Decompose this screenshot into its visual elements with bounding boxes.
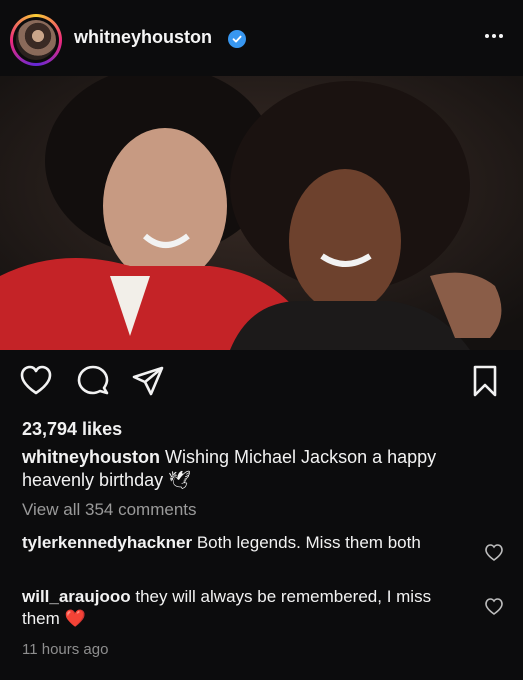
post-photo[interactable]: [0, 76, 523, 350]
more-options-icon[interactable]: [480, 22, 508, 50]
post-timestamp: 11 hours ago: [22, 641, 109, 658]
comment-like-heart-icon[interactable]: [484, 543, 504, 563]
post-header: whitneyhouston: [0, 0, 523, 76]
comment-username[interactable]: will_araujooo: [22, 587, 131, 606]
comment-item: tylerkennedyhackner Both legends. Miss t…: [22, 532, 462, 554]
post-actions: [0, 364, 523, 400]
paper-plane-icon[interactable]: [131, 364, 167, 400]
comment-like-heart-icon[interactable]: [484, 597, 504, 617]
caption: whitneyhouston Wishing Michael Jackson a…: [22, 446, 492, 492]
comment-username[interactable]: tylerkennedyhackner: [22, 533, 192, 552]
avatar-border: [13, 17, 59, 63]
caption-username[interactable]: whitneyhouston: [22, 447, 160, 467]
comment-text: Both legends. Miss them both: [196, 533, 421, 552]
verified-badge-icon: [228, 30, 246, 48]
comment-icon[interactable]: [76, 364, 112, 400]
heart-icon[interactable]: [19, 364, 55, 400]
likes-count[interactable]: 23,794 likes: [22, 419, 122, 440]
bookmark-icon[interactable]: [468, 364, 504, 400]
avatar[interactable]: [10, 14, 62, 66]
post-username[interactable]: whitneyhouston: [74, 27, 212, 48]
dove-emoji: 🕊: [168, 470, 191, 490]
view-all-comments-link[interactable]: View all 354 comments: [22, 500, 197, 520]
comment-item: will_araujooo they will always be rememb…: [22, 586, 462, 630]
avatar-image: [16, 20, 56, 60]
red-heart-emoji: ❤️: [64, 609, 86, 628]
